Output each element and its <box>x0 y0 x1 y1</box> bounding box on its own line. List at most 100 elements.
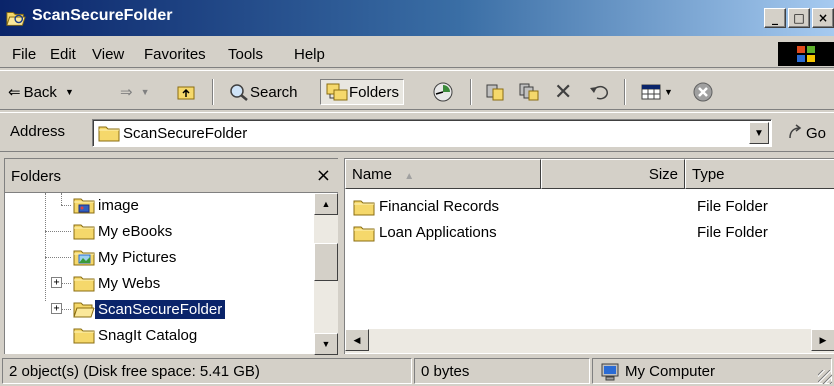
standard-toolbar: ⇐ Back ▼ ⇒ ▼ Search Folders ✕ ▼ <box>0 70 834 110</box>
undo-icon <box>590 85 608 100</box>
views-icon <box>641 84 661 100</box>
search-icon <box>230 84 248 101</box>
up-folder-button[interactable] <box>176 79 198 105</box>
window-title: ScanSecureFolder <box>32 7 173 24</box>
address-bar: Address ScanSecureFolder ▼ Go <box>0 112 834 152</box>
tree-item-my-ebooks[interactable]: My eBooks <box>73 219 175 243</box>
move-to-button[interactable] <box>484 79 506 105</box>
expand-scansecurefolder-icon[interactable]: + <box>51 303 62 314</box>
menu-file[interactable]: File <box>12 46 36 63</box>
menu-tools[interactable]: Tools <box>228 46 263 63</box>
column-type-header[interactable]: Type <box>685 159 834 189</box>
scroll-up-button[interactable]: ▲ <box>314 193 338 215</box>
back-arrow-icon: ⇐ <box>8 83 21 101</box>
folder-tree-scrollbar[interactable]: ▲ ▼ <box>314 193 338 355</box>
menu-favorites[interactable]: Favorites <box>144 46 206 63</box>
column-name-header[interactable]: Name ▲ <box>345 159 541 189</box>
folder-icon <box>73 274 95 292</box>
tree-item-label: SnagIt Catalog <box>98 326 198 344</box>
file-row[interactable]: Financial Records File Folder <box>351 195 831 219</box>
tree-item-label: My Pictures <box>98 248 177 266</box>
tree-item-label: My eBooks <box>98 222 173 240</box>
stop-button[interactable] <box>692 79 714 105</box>
file-type: File Folder <box>697 198 768 215</box>
folders-pane-header: Folders × <box>5 159 339 193</box>
tree-item-my-webs[interactable]: My Webs <box>73 271 163 295</box>
stop-icon <box>693 82 713 102</box>
my-computer-icon <box>601 363 619 381</box>
minimize-button[interactable]: _ <box>764 8 786 28</box>
tree-item-scansecurefolder[interactable]: ScanSecureFolder <box>73 297 227 321</box>
explorer-folder-icon <box>6 9 26 27</box>
file-list-pane: Name ▲ Size Type Financial Records File … <box>344 158 834 354</box>
folder-icon <box>353 224 375 242</box>
history-icon <box>433 82 453 102</box>
folders-pane: Folders × image My eBooks My Pictures + … <box>4 158 339 355</box>
pictures-folder-icon <box>73 248 95 266</box>
undo-button[interactable] <box>588 79 610 105</box>
forward-arrow-icon: ⇒ <box>120 83 133 101</box>
tree-item-label: image <box>98 196 139 214</box>
history-button[interactable] <box>432 79 454 105</box>
go-label: Go <box>806 124 827 142</box>
title-bar[interactable]: ScanSecureFolder _ □ × <box>0 0 834 36</box>
go-button[interactable]: Go <box>786 123 826 143</box>
tree-item-snagit-catalog[interactable]: SnagIt Catalog <box>73 323 200 347</box>
file-list-hscrollbar[interactable]: ◀ ▶ <box>345 329 834 353</box>
folder-tree[interactable]: image My eBooks My Pictures + My Webs + <box>5 193 315 355</box>
close-button[interactable]: × <box>812 8 834 28</box>
folders-icon <box>326 83 348 101</box>
scroll-thumb[interactable] <box>314 243 338 281</box>
search-label: Search <box>250 83 298 101</box>
up-folder-icon <box>177 86 195 100</box>
address-input[interactable]: ScanSecureFolder ▼ <box>92 119 772 147</box>
status-size: 0 bytes <box>414 358 590 384</box>
back-dropdown-icon: ▼ <box>64 87 74 97</box>
status-zone-label: My Computer <box>625 363 716 380</box>
back-label: Back <box>23 83 57 101</box>
file-type: File Folder <box>697 224 768 241</box>
folder-icon <box>73 326 95 344</box>
image-folder-icon <box>73 196 95 214</box>
search-button[interactable]: Search <box>228 79 298 105</box>
address-label: Address <box>10 123 66 140</box>
file-name: Financial Records <box>379 198 500 215</box>
copy-to-button[interactable] <box>518 79 540 105</box>
tree-item-label: My Webs <box>98 274 161 292</box>
folders-pane-close-icon[interactable]: × <box>316 165 331 186</box>
column-type-label: Type <box>692 166 725 183</box>
folder-icon <box>353 198 375 216</box>
menu-view[interactable]: View <box>92 46 124 63</box>
expand-my-webs-icon[interactable]: + <box>51 277 62 288</box>
delete-icon: ✕ <box>554 79 573 105</box>
go-arrow-icon <box>789 124 802 139</box>
back-button[interactable]: ⇐ Back ▼ <box>8 79 74 105</box>
tree-item-label-selected: ScanSecureFolder <box>93 298 227 320</box>
folders-label: Folders <box>349 83 400 101</box>
scroll-right-button[interactable]: ▶ <box>811 329 834 351</box>
address-dropdown-button[interactable]: ▼ <box>749 122 769 144</box>
file-row[interactable]: Loan Applications File Folder <box>351 221 831 245</box>
views-dropdown-icon: ▼ <box>664 87 673 97</box>
scroll-down-button[interactable]: ▼ <box>314 333 338 355</box>
status-bar: 2 object(s) (Disk free space: 5.41 GB) 0… <box>0 356 834 386</box>
menu-edit[interactable]: Edit <box>50 46 76 63</box>
forward-button[interactable]: ⇒ ▼ <box>120 79 150 105</box>
menu-help[interactable]: Help <box>294 46 325 63</box>
resize-grip[interactable] <box>818 370 832 384</box>
views-button[interactable]: ▼ <box>640 79 673 105</box>
folders-pane-title: Folders <box>11 168 62 185</box>
explorer-window: ScanSecureFolder _ □ × File Edit View Fa… <box>0 0 834 386</box>
scroll-left-button[interactable]: ◀ <box>345 329 369 351</box>
folders-button[interactable]: Folders <box>320 79 405 105</box>
move-to-icon <box>486 84 504 101</box>
open-folder-icon <box>73 300 95 318</box>
address-folder-icon <box>98 124 120 142</box>
delete-button[interactable]: ✕ <box>554 79 572 105</box>
tree-item-image[interactable]: image <box>73 193 142 217</box>
column-name-label: Name <box>352 166 393 183</box>
column-size-header[interactable]: Size <box>541 159 685 189</box>
maximize-button[interactable]: □ <box>788 8 810 28</box>
address-value: ScanSecureFolder <box>123 125 248 142</box>
tree-item-my-pictures[interactable]: My Pictures <box>73 245 179 269</box>
